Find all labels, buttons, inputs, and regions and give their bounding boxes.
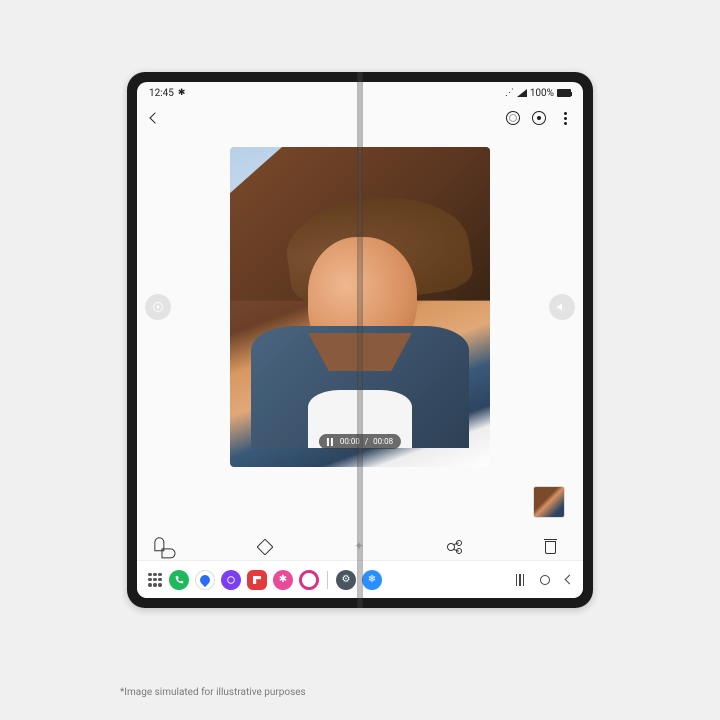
nav-recents-button[interactable] (516, 574, 525, 586)
status-bar: 12:45 ✱ ⋰ 100% (137, 82, 583, 104)
motion-photo-button[interactable] (145, 294, 171, 320)
volume-button[interactable] (549, 294, 575, 320)
back-button[interactable] (147, 110, 163, 126)
phone-app-icon[interactable] (169, 570, 189, 590)
snowflake-icon: ✱ (178, 88, 186, 98)
video-progress-pill[interactable]: 00:00 / 00:08 (319, 434, 401, 449)
signal-small-icon: ⋰ (505, 88, 514, 98)
playback-current-time: 00:00 (340, 437, 360, 446)
battery-text: 100% (530, 88, 554, 99)
more-options-button[interactable] (557, 110, 573, 126)
taskbar-divider (327, 571, 328, 589)
apps-grid-button[interactable] (147, 572, 163, 588)
disclaimer-text: *Image simulated for illustrative purpos… (120, 687, 306, 698)
battery-icon (557, 89, 571, 97)
gallery-app-icon[interactable]: ✱ (273, 570, 293, 590)
delete-button[interactable] (541, 538, 559, 556)
camera-app-icon[interactable] (299, 570, 319, 590)
flipboard-app-icon[interactable] (247, 570, 267, 590)
playback-total-time: 00:08 (373, 437, 393, 446)
playback-separator: / (365, 437, 368, 446)
share-button[interactable] (446, 538, 464, 556)
settings-app-icon[interactable]: ⚙ (336, 570, 356, 590)
pause-icon[interactable] (327, 438, 335, 446)
foldable-device-frame: 12:45 ✱ ⋰ 100% (127, 72, 593, 608)
signal-icon (517, 89, 527, 97)
ai-enhance-button[interactable] (351, 538, 369, 556)
next-media-thumbnail[interactable] (533, 486, 565, 518)
media-actions-bar (137, 538, 583, 556)
nav-back-button[interactable] (565, 575, 575, 585)
bixby-vision-icon[interactable] (531, 110, 547, 126)
gallery-header (137, 104, 583, 132)
nav-home-button[interactable] (540, 575, 550, 585)
favorite-button[interactable] (161, 538, 179, 556)
quickshare-app-icon[interactable]: ❄ (362, 570, 382, 590)
main-image[interactable]: 00:00 / 00:08 (230, 147, 490, 467)
remaster-icon[interactable] (505, 110, 521, 126)
edit-button[interactable] (256, 538, 274, 556)
browser-app-icon[interactable] (221, 570, 241, 590)
status-time: 12:45 (149, 88, 174, 99)
messages-app-icon[interactable] (195, 570, 215, 590)
media-viewer[interactable]: 00:00 / 00:08 (137, 132, 583, 482)
screen: 12:45 ✱ ⋰ 100% (137, 82, 583, 598)
taskbar: ✱ ⚙ ❄ (137, 560, 583, 598)
